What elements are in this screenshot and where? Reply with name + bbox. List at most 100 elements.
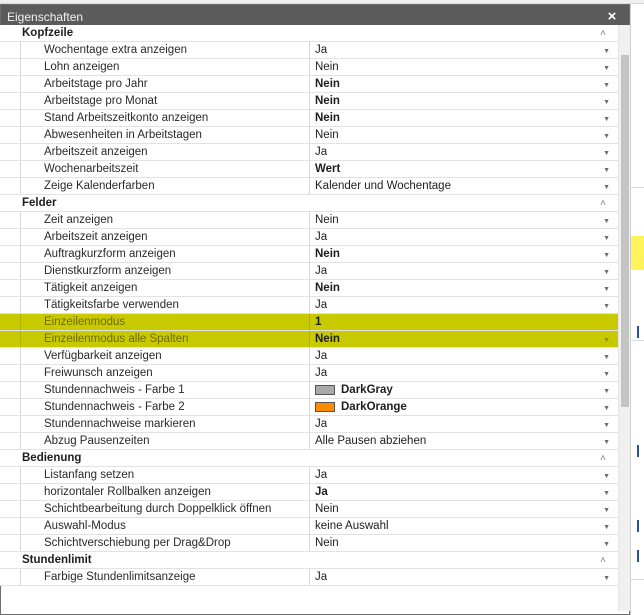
dropdown-arrow-icon[interactable]: ▼ <box>603 99 610 106</box>
property-value-cell[interactable]: Nein ▼ <box>310 59 618 75</box>
dropdown-arrow-icon[interactable]: ▼ <box>603 116 610 123</box>
dropdown-arrow-icon[interactable]: ▼ <box>603 337 610 344</box>
property-row-zeige-kalenderfarben[interactable]: Zeige Kalenderfarben Kalender und Wochent… <box>0 178 618 195</box>
close-icon[interactable]: × <box>603 8 621 26</box>
property-value-cell[interactable]: Nein ▼ <box>310 280 618 296</box>
dropdown-arrow-icon[interactable]: ▼ <box>603 133 610 140</box>
property-value-cell[interactable]: Ja ▼ <box>310 42 618 58</box>
category-stundenlimit[interactable]: Stundenlimit ˄ <box>0 552 618 569</box>
property-row-farbige-stundenlimitsanzeige[interactable]: Farbige Stundenlimitsanzeige Ja ▼ <box>0 569 618 586</box>
property-value-cell[interactable]: Nein ▼ <box>310 212 618 228</box>
dropdown-arrow-icon[interactable]: ▼ <box>603 218 610 225</box>
property-row-schichtverschiebung-per-drag-drop[interactable]: Schichtverschiebung per Drag&Drop Nein ▼ <box>0 535 618 552</box>
chevron-up-icon[interactable]: ˄ <box>600 555 606 566</box>
property-row-einzeilenmodus[interactable]: Einzeilenmodus 1 <box>0 314 618 331</box>
dropdown-arrow-icon[interactable]: ▼ <box>603 524 610 531</box>
property-row-stundennachweis-farbe-1[interactable]: Stundennachweis - Farbe 1 DarkGray ▼ <box>0 382 618 399</box>
property-value-cell[interactable]: Ja ▼ <box>310 263 618 279</box>
dropdown-arrow-icon[interactable]: ▼ <box>603 303 610 310</box>
property-value-cell[interactable]: Ja ▼ <box>310 365 618 381</box>
property-row-arbeitszeit-anzeigen[interactable]: Arbeitszeit anzeigen Ja ▼ <box>0 229 618 246</box>
property-row-auftragkurzform-anzeigen[interactable]: Auftragkurzform anzeigen Nein ▼ <box>0 246 618 263</box>
dropdown-arrow-icon[interactable]: ▼ <box>603 354 610 361</box>
dropdown-arrow-icon[interactable]: ▼ <box>603 167 610 174</box>
dropdown-arrow-icon[interactable]: ▼ <box>603 286 610 293</box>
property-value-cell[interactable]: Alle Pausen abziehen ▼ <box>310 433 618 449</box>
category-felder[interactable]: Felder ˄ <box>0 195 618 212</box>
property-row-wochenarbeitszeit[interactable]: Wochenarbeitszeit Wert ▼ <box>0 161 618 178</box>
property-value-cell[interactable]: Nein ▼ <box>310 331 618 347</box>
dropdown-arrow-icon[interactable]: ▼ <box>603 371 610 378</box>
property-value-cell[interactable]: Ja ▼ <box>310 144 618 160</box>
property-row-auswahl-modus[interactable]: Auswahl-Modus keine Auswahl ▼ <box>0 518 618 535</box>
dropdown-arrow-icon[interactable]: ▼ <box>603 82 610 89</box>
dropdown-arrow-icon[interactable]: ▼ <box>603 422 610 429</box>
dropdown-arrow-icon[interactable]: ▼ <box>603 507 610 514</box>
dropdown-arrow-icon[interactable]: ▼ <box>603 150 610 157</box>
property-row-zeit-anzeigen[interactable]: Zeit anzeigen Nein ▼ <box>0 212 618 229</box>
scrollbar-thumb[interactable] <box>621 55 629 407</box>
property-value-cell[interactable]: Nein ▼ <box>310 93 618 109</box>
property-row-horizontaler-rollbalken-anzeigen[interactable]: horizontaler Rollbalken anzeigen Ja ▼ <box>0 484 618 501</box>
property-value-cell[interactable]: 1 <box>310 314 618 330</box>
property-value-cell[interactable]: Nein ▼ <box>310 535 618 551</box>
property-value-cell[interactable]: Wert ▼ <box>310 161 618 177</box>
property-value-cell[interactable]: Ja ▼ <box>310 467 618 483</box>
property-row-abwesenheiten-in-arbeitstagen[interactable]: Abwesenheiten in Arbeitstagen Nein ▼ <box>0 127 618 144</box>
dropdown-arrow-icon[interactable]: ▼ <box>603 235 610 242</box>
property-row-freiwunsch-anzeigen[interactable]: Freiwunsch anzeigen Ja ▼ <box>0 365 618 382</box>
property-value-cell[interactable]: Nein ▼ <box>310 501 618 517</box>
property-row-wochentage-extra-anzeigen[interactable]: Wochentage extra anzeigen Ja ▼ <box>0 42 618 59</box>
property-row-abzug-pausenzeiten[interactable]: Abzug Pausenzeiten Alle Pausen abziehen ▼ <box>0 433 618 450</box>
property-name: horizontaler Rollbalken anzeigen <box>20 484 310 500</box>
property-value-cell[interactable]: DarkGray ▼ <box>310 382 618 398</box>
dropdown-arrow-icon[interactable]: ▼ <box>603 388 610 395</box>
dropdown-arrow-icon[interactable]: ▼ <box>603 541 610 548</box>
property-value-cell[interactable]: DarkOrange ▼ <box>310 399 618 415</box>
property-row-stundennachweis-farbe-2[interactable]: Stundennachweis - Farbe 2 DarkOrange ▼ <box>0 399 618 416</box>
chevron-up-icon[interactable]: ˄ <box>600 198 606 209</box>
vertical-scrollbar[interactable] <box>618 25 630 611</box>
dropdown-arrow-icon[interactable]: ▼ <box>603 65 610 72</box>
row-gutter <box>0 365 20 381</box>
dropdown-arrow-icon[interactable]: ▼ <box>603 252 610 259</box>
property-value-cell[interactable]: Ja ▼ <box>310 484 618 500</box>
property-row-dienstkurzform-anzeigen[interactable]: Dienstkurzform anzeigen Ja ▼ <box>0 263 618 280</box>
property-value-cell[interactable]: Nein ▼ <box>310 127 618 143</box>
property-row-verfuegbarkeit-anzeigen[interactable]: Verfügbarkeit anzeigen Ja ▼ <box>0 348 618 365</box>
property-row-arbeitszeit-anzeigen[interactable]: Arbeitszeit anzeigen Ja ▼ <box>0 144 618 161</box>
property-value-cell[interactable]: Ja ▼ <box>310 348 618 364</box>
dropdown-arrow-icon[interactable]: ▼ <box>603 184 610 191</box>
dropdown-arrow-icon[interactable]: ▼ <box>603 473 610 480</box>
property-value-cell[interactable]: Ja ▼ <box>310 569 618 585</box>
category-kopfzeile[interactable]: Kopfzeile ˄ <box>0 25 618 42</box>
property-row-listanfang-setzen[interactable]: Listanfang setzen Ja ▼ <box>0 467 618 484</box>
dropdown-arrow-icon[interactable]: ▼ <box>603 405 610 412</box>
dropdown-arrow-icon[interactable]: ▼ <box>603 48 610 55</box>
dropdown-arrow-icon[interactable]: ▼ <box>603 439 610 446</box>
row-gutter <box>0 93 20 109</box>
property-value-cell[interactable]: Nein ▼ <box>310 246 618 262</box>
chevron-up-icon[interactable]: ˄ <box>600 453 606 464</box>
property-row-taetigkeitsfarbe-verwenden[interactable]: Tätigkeitsfarbe verwenden Ja ▼ <box>0 297 618 314</box>
property-row-taetigkeit-anzeigen[interactable]: Tätigkeit anzeigen Nein ▼ <box>0 280 618 297</box>
dropdown-arrow-icon[interactable]: ▼ <box>603 490 610 497</box>
property-row-einzeilenmodus-alle-spalten[interactable]: Einzeilenmodus alle Spalten Nein ▼ <box>0 331 618 348</box>
property-row-schichtbearbeitung-durch-doppelklick-oeffnen[interactable]: Schichtbearbeitung durch Doppelklick öff… <box>0 501 618 518</box>
property-value-cell[interactable]: Kalender und Wochentage ▼ <box>310 178 618 194</box>
property-value-cell[interactable]: Nein ▼ <box>310 76 618 92</box>
property-value-cell[interactable]: keine Auswahl ▼ <box>310 518 618 534</box>
chevron-up-icon[interactable]: ˄ <box>600 28 606 39</box>
category-bedienung[interactable]: Bedienung ˄ <box>0 450 618 467</box>
property-row-stundennachweise-markieren[interactable]: Stundennachweise markieren Ja ▼ <box>0 416 618 433</box>
property-value-cell[interactable]: Ja ▼ <box>310 229 618 245</box>
property-row-arbeitstage-pro-jahr[interactable]: Arbeitstage pro Jahr Nein ▼ <box>0 76 618 93</box>
dropdown-arrow-icon[interactable]: ▼ <box>603 269 610 276</box>
property-row-stand-arbeitszeitkonto-anzeigen[interactable]: Stand Arbeitszeitkonto anzeigen Nein ▼ <box>0 110 618 127</box>
property-value-cell[interactable]: Ja ▼ <box>310 297 618 313</box>
dropdown-arrow-icon[interactable]: ▼ <box>603 575 610 582</box>
property-row-arbeitstage-pro-monat[interactable]: Arbeitstage pro Monat Nein ▼ <box>0 93 618 110</box>
property-value-cell[interactable]: Nein ▼ <box>310 110 618 126</box>
property-value-cell[interactable]: Ja ▼ <box>310 416 618 432</box>
property-row-lohn-anzeigen[interactable]: Lohn anzeigen Nein ▼ <box>0 59 618 76</box>
